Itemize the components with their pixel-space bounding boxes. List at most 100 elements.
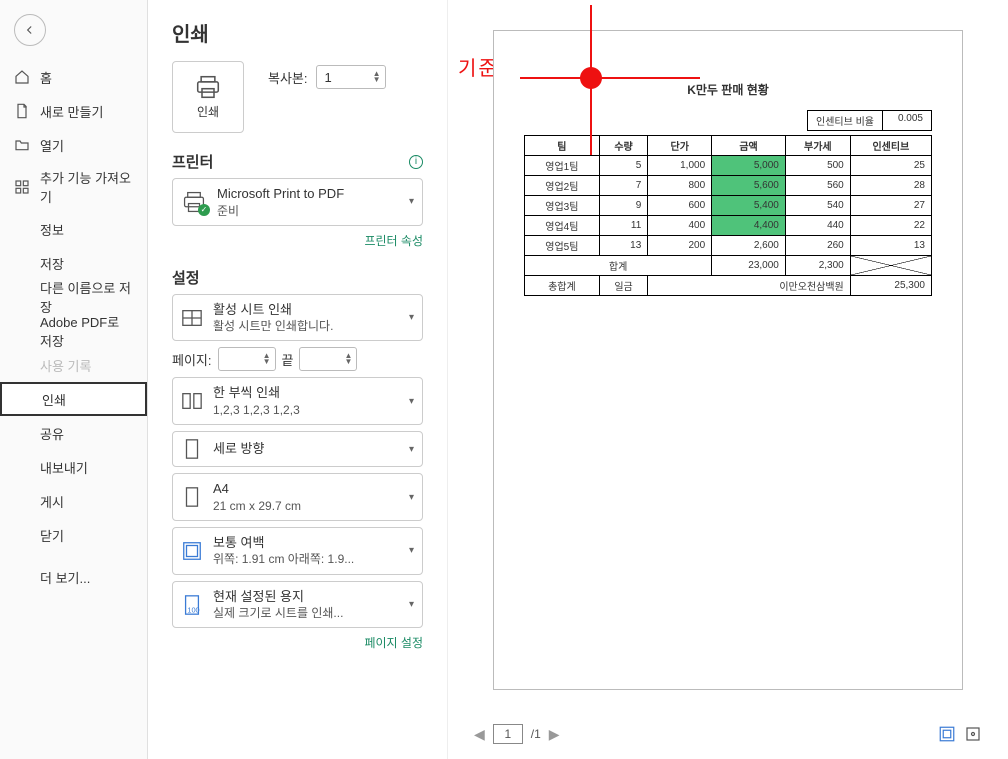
- portrait-page-icon: [181, 438, 203, 460]
- page-title: 인쇄: [172, 18, 423, 47]
- table-header: 부가세: [785, 136, 850, 156]
- sidebar-item-label: 사용 기록: [40, 356, 91, 375]
- table-row: 영업3팀96005,40054027: [525, 196, 932, 216]
- print-preview-pane: 기준점 K만두 판매 현황 인센티브 비율 0.005 팀수량단가금액부가세인센…: [448, 0, 1008, 759]
- crossed-cell-icon: [850, 256, 931, 276]
- sidebar-item-label: 내보내기: [40, 458, 88, 477]
- page-navigation: ◀ 1 /1 ▶: [468, 719, 988, 749]
- copies-label: 복사본:: [268, 68, 308, 87]
- sheet-grid-icon: [181, 307, 203, 329]
- sidebar-item-label: 다른 이름으로 저장: [40, 278, 133, 316]
- printer-status-icon: ✓: [181, 191, 207, 213]
- current-page-input[interactable]: 1: [493, 724, 523, 744]
- table-header: 단가: [648, 136, 712, 156]
- printer-properties-link[interactable]: 프린터 속성: [172, 232, 423, 249]
- sidebar-item-label: 공유: [40, 424, 64, 443]
- sidebar-item-close[interactable]: 닫기: [0, 518, 147, 552]
- collate-selector[interactable]: 한 부씩 인쇄1,2,3 1,2,3 1,2,3 ▾: [172, 377, 423, 425]
- page-icon: [181, 486, 203, 508]
- sidebar-item-label: 추가 기능 가져오기: [40, 168, 133, 206]
- page-setup-link[interactable]: 페이지 설정: [172, 634, 423, 651]
- sidebar-item-open[interactable]: 열기: [0, 128, 147, 162]
- print-button[interactable]: 인쇄: [172, 61, 244, 133]
- preview-page: K만두 판매 현황 인센티브 비율 0.005 팀수량단가금액부가세인센티브 영…: [493, 30, 963, 690]
- chevron-down-icon: ▾: [409, 492, 414, 503]
- check-icon: ✓: [198, 204, 210, 216]
- copies-value: 1: [325, 70, 332, 85]
- next-page-button[interactable]: ▶: [549, 726, 560, 743]
- sidebar-item-label: 정보: [40, 220, 64, 239]
- sidebar-item-save[interactable]: 저장: [0, 246, 147, 280]
- sidebar-item-print[interactable]: 인쇄: [0, 382, 147, 416]
- paper-size-selector[interactable]: A421 cm x 29.7 cm ▾: [172, 473, 423, 521]
- info-icon[interactable]: i: [409, 155, 423, 169]
- prev-page-button[interactable]: ◀: [474, 726, 485, 743]
- table-header: 수량: [599, 136, 648, 156]
- sidebar-item-more[interactable]: 더 보기...: [0, 560, 147, 594]
- chevron-down-icon: ▾: [409, 396, 414, 407]
- printer-section-title: 프린터: [172, 151, 213, 172]
- sidebar-item-addins[interactable]: 추가 기능 가져오기: [0, 170, 147, 204]
- settings-section-title: 설정: [172, 267, 200, 288]
- sidebar-item-label: 닫기: [40, 526, 64, 545]
- sidebar-item-label: 홈: [40, 68, 52, 87]
- table-row: 영업2팀78005,60056028: [525, 176, 932, 196]
- page-from-input[interactable]: ▲▼: [218, 347, 276, 371]
- sidebar-item-info[interactable]: 정보: [0, 212, 147, 246]
- sidebar-item-label: 새로 만들기: [40, 102, 103, 121]
- chevron-down-icon: ▾: [409, 444, 414, 455]
- sidebar-item-label: 게시: [40, 492, 64, 511]
- sidebar-item-label: 저장: [40, 254, 64, 273]
- spinner-icon[interactable]: ▲▼: [345, 353, 353, 365]
- sidebar-item-label: 더 보기...: [40, 568, 90, 587]
- sidebar-item-share[interactable]: 공유: [0, 416, 147, 450]
- margins-selector[interactable]: 보통 여백위쪽: 1.91 cm 아래쪽: 1.9... ▾: [172, 527, 423, 575]
- grandtotal-row: 총합계 일금 이만오천삼백원 25,300: [525, 276, 932, 296]
- spinner-icon[interactable]: ▲▼: [263, 353, 271, 365]
- arrow-left-icon: [23, 23, 37, 37]
- table-row: 영업1팀51,0005,00050025: [525, 156, 932, 176]
- orientation-selector[interactable]: 세로 방향 ▾: [172, 431, 423, 467]
- scaling-selector[interactable]: 100 현재 설정된 용지실제 크기로 시트를 인쇄... ▾: [172, 581, 423, 629]
- chevron-down-icon: ▾: [409, 196, 414, 207]
- sales-table: 팀수량단가금액부가세인센티브 영업1팀51,0005,00050025영업2팀7…: [524, 135, 932, 296]
- grid-icon: [14, 179, 30, 195]
- margins-icon: [181, 540, 203, 562]
- table-row: 영업5팀132002,60026013: [525, 236, 932, 256]
- printer-name: Microsoft Print to PDF: [217, 185, 399, 203]
- table-row: 영업4팀114004,40044022: [525, 216, 932, 236]
- copies-input[interactable]: 1 ▲▼: [316, 65, 386, 89]
- sidebar-item-history: 사용 기록: [0, 348, 147, 382]
- pages-to-label: 끝: [282, 350, 294, 369]
- sidebar-item-label: Adobe PDF로 저장: [40, 312, 133, 350]
- chevron-down-icon: ▾: [409, 599, 414, 610]
- print-settings-panel: 인쇄 인쇄 복사본: 1 ▲▼ 프린터 i ✓ Microsoft Print …: [148, 0, 448, 759]
- sidebar-item-publish[interactable]: 게시: [0, 484, 147, 518]
- chevron-down-icon: ▾: [409, 545, 414, 556]
- sidebar-item-new[interactable]: 새로 만들기: [0, 94, 147, 128]
- sidebar-item-adobepdf[interactable]: Adobe PDF로 저장: [0, 314, 147, 348]
- zoom-to-page-icon[interactable]: [964, 725, 982, 743]
- page-to-input[interactable]: ▲▼: [299, 347, 357, 371]
- table-header: 금액: [712, 136, 786, 156]
- incentive-rate-row: 인센티브 비율 0.005: [524, 110, 932, 131]
- printer-icon: [194, 75, 222, 99]
- table-header: 인센티브: [850, 136, 931, 156]
- back-button[interactable]: [14, 14, 46, 46]
- sidebar-item-home[interactable]: 홈: [0, 60, 147, 94]
- subtotal-row: 합계 23,000 2,300: [525, 256, 932, 276]
- backstage-sidebar: 홈 새로 만들기 열기 추가 기능 가져오기 정보 저장 다른 이름으로 저장 …: [0, 0, 148, 759]
- print-button-label: 인쇄: [197, 103, 219, 120]
- printer-selector[interactable]: ✓ Microsoft Print to PDF 준비 ▾: [172, 178, 423, 226]
- home-icon: [14, 69, 30, 85]
- table-header: 팀: [525, 136, 600, 156]
- scale-page-icon: 100: [181, 594, 203, 616]
- show-margins-icon[interactable]: [938, 725, 956, 743]
- sidebar-item-saveas[interactable]: 다른 이름으로 저장: [0, 280, 147, 314]
- spinner-icon[interactable]: ▲▼: [373, 71, 381, 83]
- print-what-selector[interactable]: 활성 시트 인쇄활성 시트만 인쇄합니다. ▾: [172, 294, 423, 342]
- document-title: K만두 판매 현황: [524, 81, 932, 98]
- collate-icon: [181, 390, 203, 412]
- sidebar-item-export[interactable]: 내보내기: [0, 450, 147, 484]
- folder-open-icon: [14, 137, 30, 153]
